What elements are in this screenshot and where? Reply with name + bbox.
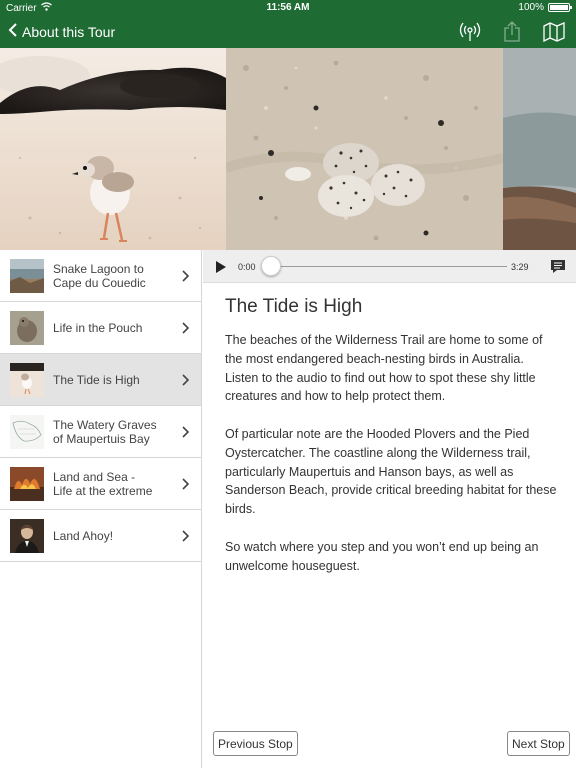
stop-content: The Tide is High The beaches of the Wild… bbox=[225, 296, 560, 594]
tour-stop-label: The Watery Graves of Maupertuis Bay bbox=[53, 417, 157, 446]
chevron-left-icon bbox=[8, 22, 18, 41]
chevron-right-icon bbox=[182, 269, 190, 287]
chevron-right-icon bbox=[182, 529, 190, 547]
broadcast-icon[interactable] bbox=[458, 20, 482, 44]
tour-stop-label: Land and Sea - Life at the extreme bbox=[53, 469, 153, 498]
tour-stop-list: Snake Lagoon to Cape du Couedic Life in t… bbox=[0, 250, 202, 768]
tour-stop-label: The Tide is High bbox=[53, 372, 140, 387]
tour-stop-item[interactable]: The Watery Graves of Maupertuis Bay bbox=[0, 406, 201, 458]
share-icon[interactable] bbox=[500, 20, 524, 44]
description-paragraph: The beaches of the Wilderness Trail are … bbox=[225, 333, 543, 404]
next-stop-button[interactable]: Next Stop bbox=[507, 731, 570, 756]
back-button[interactable]: About this Tour bbox=[8, 22, 115, 41]
total-time: 3:29 bbox=[511, 262, 529, 272]
tour-stop-item[interactable]: Life in the Pouch bbox=[0, 302, 201, 354]
status-bar: Carrier 11:56 AM 100% bbox=[0, 0, 576, 16]
chevron-right-icon bbox=[182, 373, 190, 391]
chevron-right-icon bbox=[182, 425, 190, 443]
lagoon-thumbnail bbox=[10, 258, 44, 293]
status-time: 11:56 AM bbox=[266, 2, 310, 13]
progress-slider-thumb[interactable] bbox=[261, 256, 281, 276]
battery-icon bbox=[548, 3, 572, 12]
plover-eggs-photo bbox=[226, 48, 503, 250]
play-icon[interactable] bbox=[215, 260, 227, 279]
tour-stop-item[interactable]: Snake Lagoon to Cape du Couedic bbox=[0, 250, 201, 302]
back-label: About this Tour bbox=[22, 23, 116, 40]
tour-stop-item[interactable]: Land Ahoy! bbox=[0, 510, 201, 562]
progress-track[interactable] bbox=[271, 266, 507, 267]
stop-title: The Tide is High bbox=[225, 296, 363, 317]
transcript-icon[interactable] bbox=[550, 259, 566, 279]
navigation-bar: About this Tour bbox=[0, 16, 576, 48]
plover-chick-photo bbox=[0, 48, 226, 250]
tour-stop-item[interactable]: Land and Sea - Life at the extreme bbox=[0, 458, 201, 510]
wallaby-thumbnail bbox=[10, 310, 44, 345]
tour-stop-item[interactable]: The Tide is High bbox=[0, 354, 201, 406]
battery-percent: 100% bbox=[518, 2, 544, 13]
plover-thumbnail bbox=[10, 362, 44, 397]
photo-gallery[interactable] bbox=[0, 48, 576, 250]
current-time: 0:00 bbox=[238, 262, 256, 272]
map-thumbnail bbox=[10, 414, 44, 449]
tour-stop-label: Life in the Pouch bbox=[53, 320, 143, 335]
map-icon[interactable] bbox=[542, 20, 566, 44]
portrait-thumbnail bbox=[10, 518, 44, 553]
description-paragraph: Of particular note are the Hooded Plover… bbox=[225, 426, 557, 517]
tour-stop-label: Land Ahoy! bbox=[53, 528, 114, 543]
coast-photo bbox=[503, 48, 576, 250]
previous-stop-button[interactable]: Previous Stop bbox=[213, 731, 298, 756]
description-paragraph: So watch where you step and you won’t en… bbox=[225, 539, 539, 573]
fire-thumbnail bbox=[10, 466, 44, 501]
chevron-right-icon bbox=[182, 477, 190, 495]
chevron-right-icon bbox=[182, 321, 190, 339]
audio-player: 0:00 3:29 bbox=[203, 250, 576, 283]
tour-stop-label: Snake Lagoon to Cape du Couedic bbox=[53, 261, 146, 290]
